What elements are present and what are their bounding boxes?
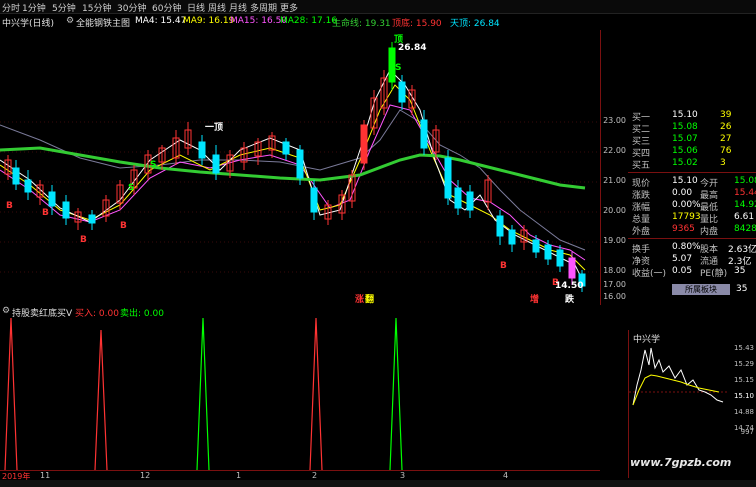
price-tick: 18.00 [603,266,626,275]
indicator-name[interactable]: 全能钢铁主图 [76,16,130,29]
price-tick: 19.00 [603,236,626,245]
candles [4,42,586,292]
bid-row: 买四 15.06 76 [632,146,732,159]
stat-row: 涨幅 0.00% 最低 14.92 [632,200,756,213]
zeng-label: 增 [530,293,539,305]
tab-1min[interactable]: 1分钟 [22,1,46,14]
date-tick: 1 [236,471,242,480]
buy-signal: B [6,201,13,211]
sector-volume: 35 [736,284,748,294]
life-line-value: 生命线: 19.31 [332,19,391,29]
price-tick: 21.00 [603,176,626,185]
candlestick-chart[interactable]: B B B B B B S S S 顶 一顶 26.84 14.50 涨 翻 增… [0,30,625,305]
price-tick: 17.00 [603,280,626,289]
top-label: 一顶 [205,122,223,133]
tab-fenshi[interactable]: 分时 [2,1,20,14]
ma15-value: MA15: 16.50 [230,16,288,26]
bid-row: 买二 15.08 26 [632,122,732,135]
period-tabs: 分时 1分钟 5分钟 15分钟 30分钟 60分钟 日线 周线 月线 多周期 更… [0,0,756,14]
tab-60min[interactable]: 60分钟 [152,1,181,14]
sell-signal: S [128,183,134,193]
die-label: 跌 [565,293,575,305]
price-tick: 16.00 [603,292,626,301]
buy-signal: B [120,221,127,231]
ma4-value: MA4: 15.47 [135,16,187,26]
stat-row: 外盘 9365 内盘 8428 [632,224,756,237]
date-tick: 11 [40,471,51,480]
date-tick: 12 [140,471,151,480]
ma28-value: MA28: 17.16 [280,16,338,26]
bid-row: 买五 15.02 3 [632,158,726,171]
price-axis: 23.00 22.00 21.00 20.00 19.00 18.00 17.0… [600,30,628,305]
date-axis: 2019年 11 12 1 2 3 4 [0,470,600,481]
tab-multi[interactable]: 多周期 [250,1,277,14]
sell-signal: S [150,160,156,170]
buy-signal: B [80,235,87,245]
settings-icon[interactable]: ⚙ [66,16,74,26]
date-tick: 2 [312,471,318,480]
date-tick: 3 [400,471,406,480]
stat-row: 净资 5.07 流通 2.3亿 [632,254,752,267]
stat-row: 总量 17793 量比 6.61 [632,212,755,225]
price-tick: 22.00 [603,146,626,155]
buy-signal: B [42,208,49,218]
low-price: 14.50 [555,281,583,291]
tianding-value: 天顶: 26.84 [450,19,500,29]
indicator-chart[interactable] [0,318,600,470]
tab-5min[interactable]: 5分钟 [52,1,76,14]
fu-label: 翻 [365,293,374,305]
bid-row: 买一 15.10 39 [632,110,732,123]
indicator-header: ⚙ 持股卖红底买V 买入: 0.00 卖出: 0.00 [0,306,600,319]
tab-30min[interactable]: 30分钟 [117,1,146,14]
price-tick: 20.00 [603,206,626,215]
stock-title: 中兴学(日线) [2,19,55,29]
sector-badge[interactable]: 所属板块 [672,284,730,295]
stat-row: 现价 15.10 今开 15.08 [632,176,756,189]
price-tick: 23.00 [603,116,626,125]
bid-row: 买三 15.07 27 [632,134,732,147]
ma-info-line: 中兴学(日线) ⚙ 全能钢铁主图 MA4: 15.47 MA9: 16.19 M… [0,15,625,29]
stat-row: 涨跌 0.00 最高 15.44 [632,188,756,201]
ma9-value: MA9: 16.19 [183,16,235,26]
buy-signal: B [500,261,507,271]
date-tick: 4 [503,471,509,480]
watermark: www.7gpzb.com [630,456,732,469]
quote-panel: 买一 15.10 39 买二 15.08 26 买三 15.07 27 买四 1… [628,110,756,330]
stat-row: 换手 0.80% 股本 2.63亿 [632,242,756,255]
status-bar [0,480,756,487]
tab-month[interactable]: 月线 [229,1,247,14]
tab-week[interactable]: 周线 [208,1,226,14]
tab-day[interactable]: 日线 [187,1,205,14]
zhang-label: 涨 [355,293,365,305]
tab-15min[interactable]: 15分钟 [82,1,111,14]
tab-more[interactable]: 更多 [280,1,298,14]
settings-icon[interactable]: ⚙ [2,306,10,316]
top-bottom-value: 顶底: 15.90 [392,19,442,29]
peak-price: 26.84 [398,43,426,53]
sell-signal: S [395,63,401,73]
stat-row: 收益(一) 0.05 PE(静) 35 [632,266,746,279]
